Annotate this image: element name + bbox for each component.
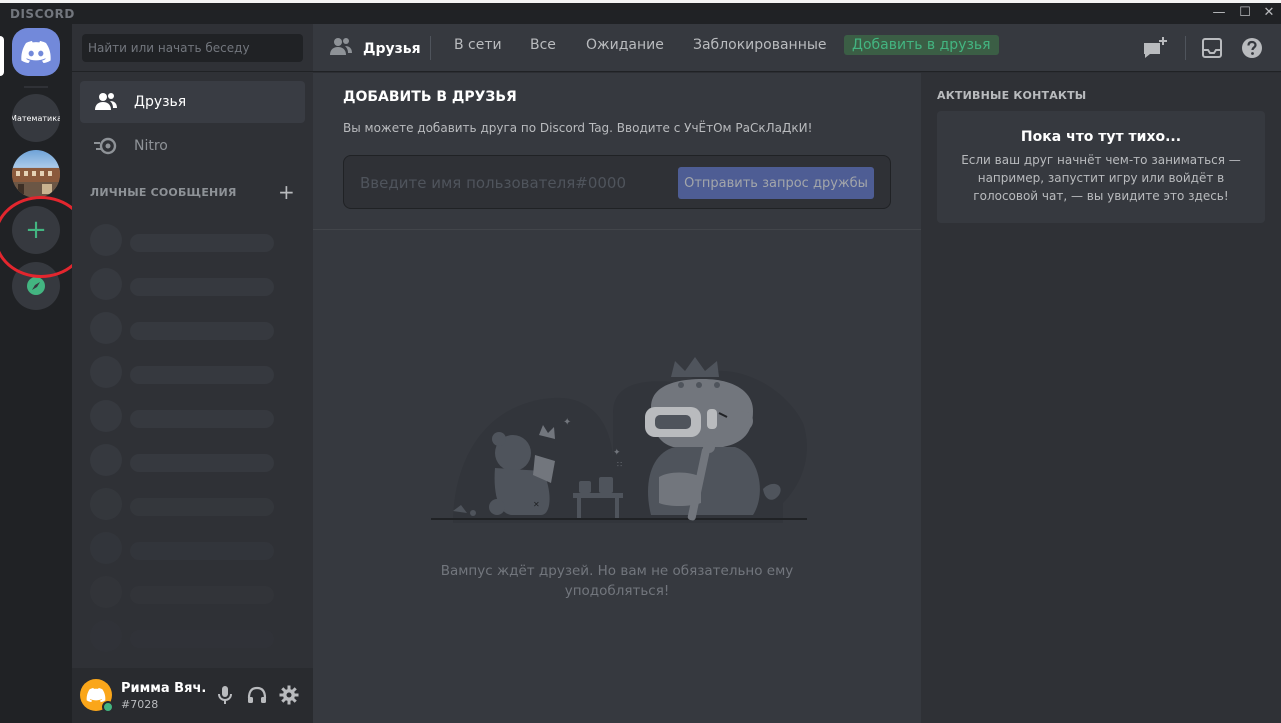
tab-all[interactable]: Все (530, 37, 556, 53)
active-contacts-title: АКТИВНЫЕ КОНТАКТЫ (937, 89, 1087, 102)
dm-placeholder (90, 444, 280, 476)
dm-placeholder (90, 576, 280, 608)
discord-logo-icon (21, 41, 51, 63)
search-input[interactable] (82, 34, 303, 62)
dm-section-header: ЛИЧНЫЕ СООБЩЕНИЯ (90, 186, 237, 199)
add-friend-section: ДОБАВИТЬ В ДРУЗЬЯ Вы можете добавить дру… (313, 73, 921, 723)
send-friend-request-button[interactable]: Отправить запрос дружбы (678, 167, 874, 199)
rail-separator (24, 86, 48, 88)
help-button[interactable] (1239, 36, 1265, 60)
sidebar-item-label: Nitro (134, 138, 168, 154)
deafen-button[interactable] (243, 683, 271, 707)
gear-icon (279, 685, 299, 705)
add-friend-description: Вы можете добавить друга по Discord Tag.… (343, 121, 813, 135)
server-rail: Математика + (0, 24, 88, 723)
selected-indicator (0, 36, 4, 76)
svg-text:✦: ✦ (563, 417, 571, 428)
user-settings-button[interactable] (275, 683, 303, 707)
add-friend-title: ДОБАВИТЬ В ДРУЗЬЯ (343, 89, 517, 105)
dm-placeholder (90, 532, 280, 564)
friends-icon (329, 37, 353, 61)
close-button[interactable]: ✕ (1256, 3, 1281, 25)
channel-sidebar: Друзья Nitro ЛИЧНЫЕ СООБЩЕНИЯ + Римма Вя… (72, 24, 313, 723)
create-dm-button[interactable]: + (278, 180, 295, 204)
sidebar-item-label: Друзья (134, 94, 187, 110)
new-message-icon (1144, 37, 1167, 58)
dm-placeholder (90, 620, 280, 652)
minimize-button[interactable]: — (1206, 3, 1232, 25)
tab-add-friend[interactable]: Добавить в друзья (844, 35, 999, 55)
svg-text:∷: ∷ (617, 460, 622, 469)
server-photo[interactable] (12, 150, 60, 198)
page-title: Друзья (329, 37, 421, 61)
mute-button[interactable] (211, 683, 239, 707)
username-input[interactable] (360, 170, 660, 196)
dm-placeholder (90, 356, 280, 388)
tab-pending[interactable]: Ожидание (586, 37, 664, 53)
tab-online[interactable]: В сети (454, 37, 502, 53)
search-area (72, 24, 313, 72)
dm-placeholder (90, 224, 280, 256)
page-title-label: Друзья (363, 41, 421, 57)
active-contacts-card-text: Если ваш друг начнёт чем-то заниматься —… (961, 153, 1241, 203)
server-math-label: Математика (12, 113, 60, 123)
main-area: Друзья В сети Все Ожидание Заблокированн… (313, 24, 1281, 723)
microphone-icon (218, 686, 232, 704)
inbox-button[interactable] (1199, 36, 1225, 60)
username: Римма Вяч... (121, 681, 205, 696)
svg-text:✦: ✦ (613, 448, 621, 458)
app-brand: DISCORD (10, 7, 75, 21)
nitro-icon (92, 134, 120, 158)
dm-placeholder (90, 312, 280, 344)
user-panel: Римма Вяч... #7028 (72, 668, 313, 723)
divider (1185, 36, 1186, 60)
online-status-indicator (102, 701, 114, 713)
friends-icon (92, 90, 120, 114)
title-bar: DISCORD — ☐ ✕ (0, 0, 1281, 24)
server-math[interactable]: Математика (12, 94, 60, 142)
server-photo-image (12, 168, 60, 198)
empty-state-text: Вампус ждёт друзей. Но вам не обязательн… (440, 563, 794, 599)
tab-blocked[interactable]: Заблокированные (693, 37, 827, 53)
discord-logo-icon (86, 688, 106, 702)
inbox-icon (1202, 38, 1222, 58)
active-contacts-panel: АКТИВНЫЕ КОНТАКТЫ Пока что тут тихо... Е… (921, 73, 1281, 723)
add-friend-form: Отправить запрос дружбы (343, 155, 891, 209)
wumpus-illustration: ✕ ✦ ✦ ∷ (431, 357, 807, 523)
user-tag: #7028 (121, 698, 159, 711)
dm-placeholder (90, 400, 280, 432)
dm-placeholder (90, 268, 280, 300)
top-bar: Друзья В сети Все Ожидание Заблокированн… (313, 24, 1281, 72)
active-contacts-card-title: Пока что тут тихо... (1020, 129, 1182, 145)
help-icon (1242, 38, 1262, 58)
compass-icon (27, 277, 45, 295)
divider (313, 229, 921, 230)
maximize-button[interactable]: ☐ (1232, 3, 1258, 25)
headphones-icon (247, 686, 267, 703)
dm-placeholder (90, 488, 280, 520)
sidebar-item-friends[interactable]: Друзья (80, 81, 305, 123)
sidebar-item-nitro[interactable]: Nitro (80, 125, 305, 167)
svg-text:✕: ✕ (533, 500, 540, 509)
new-group-dm-button[interactable] (1142, 36, 1168, 60)
active-contacts-card: Пока что тут тихо... Если ваш друг начнё… (937, 111, 1265, 223)
home-button[interactable] (12, 28, 60, 76)
divider (430, 36, 431, 60)
